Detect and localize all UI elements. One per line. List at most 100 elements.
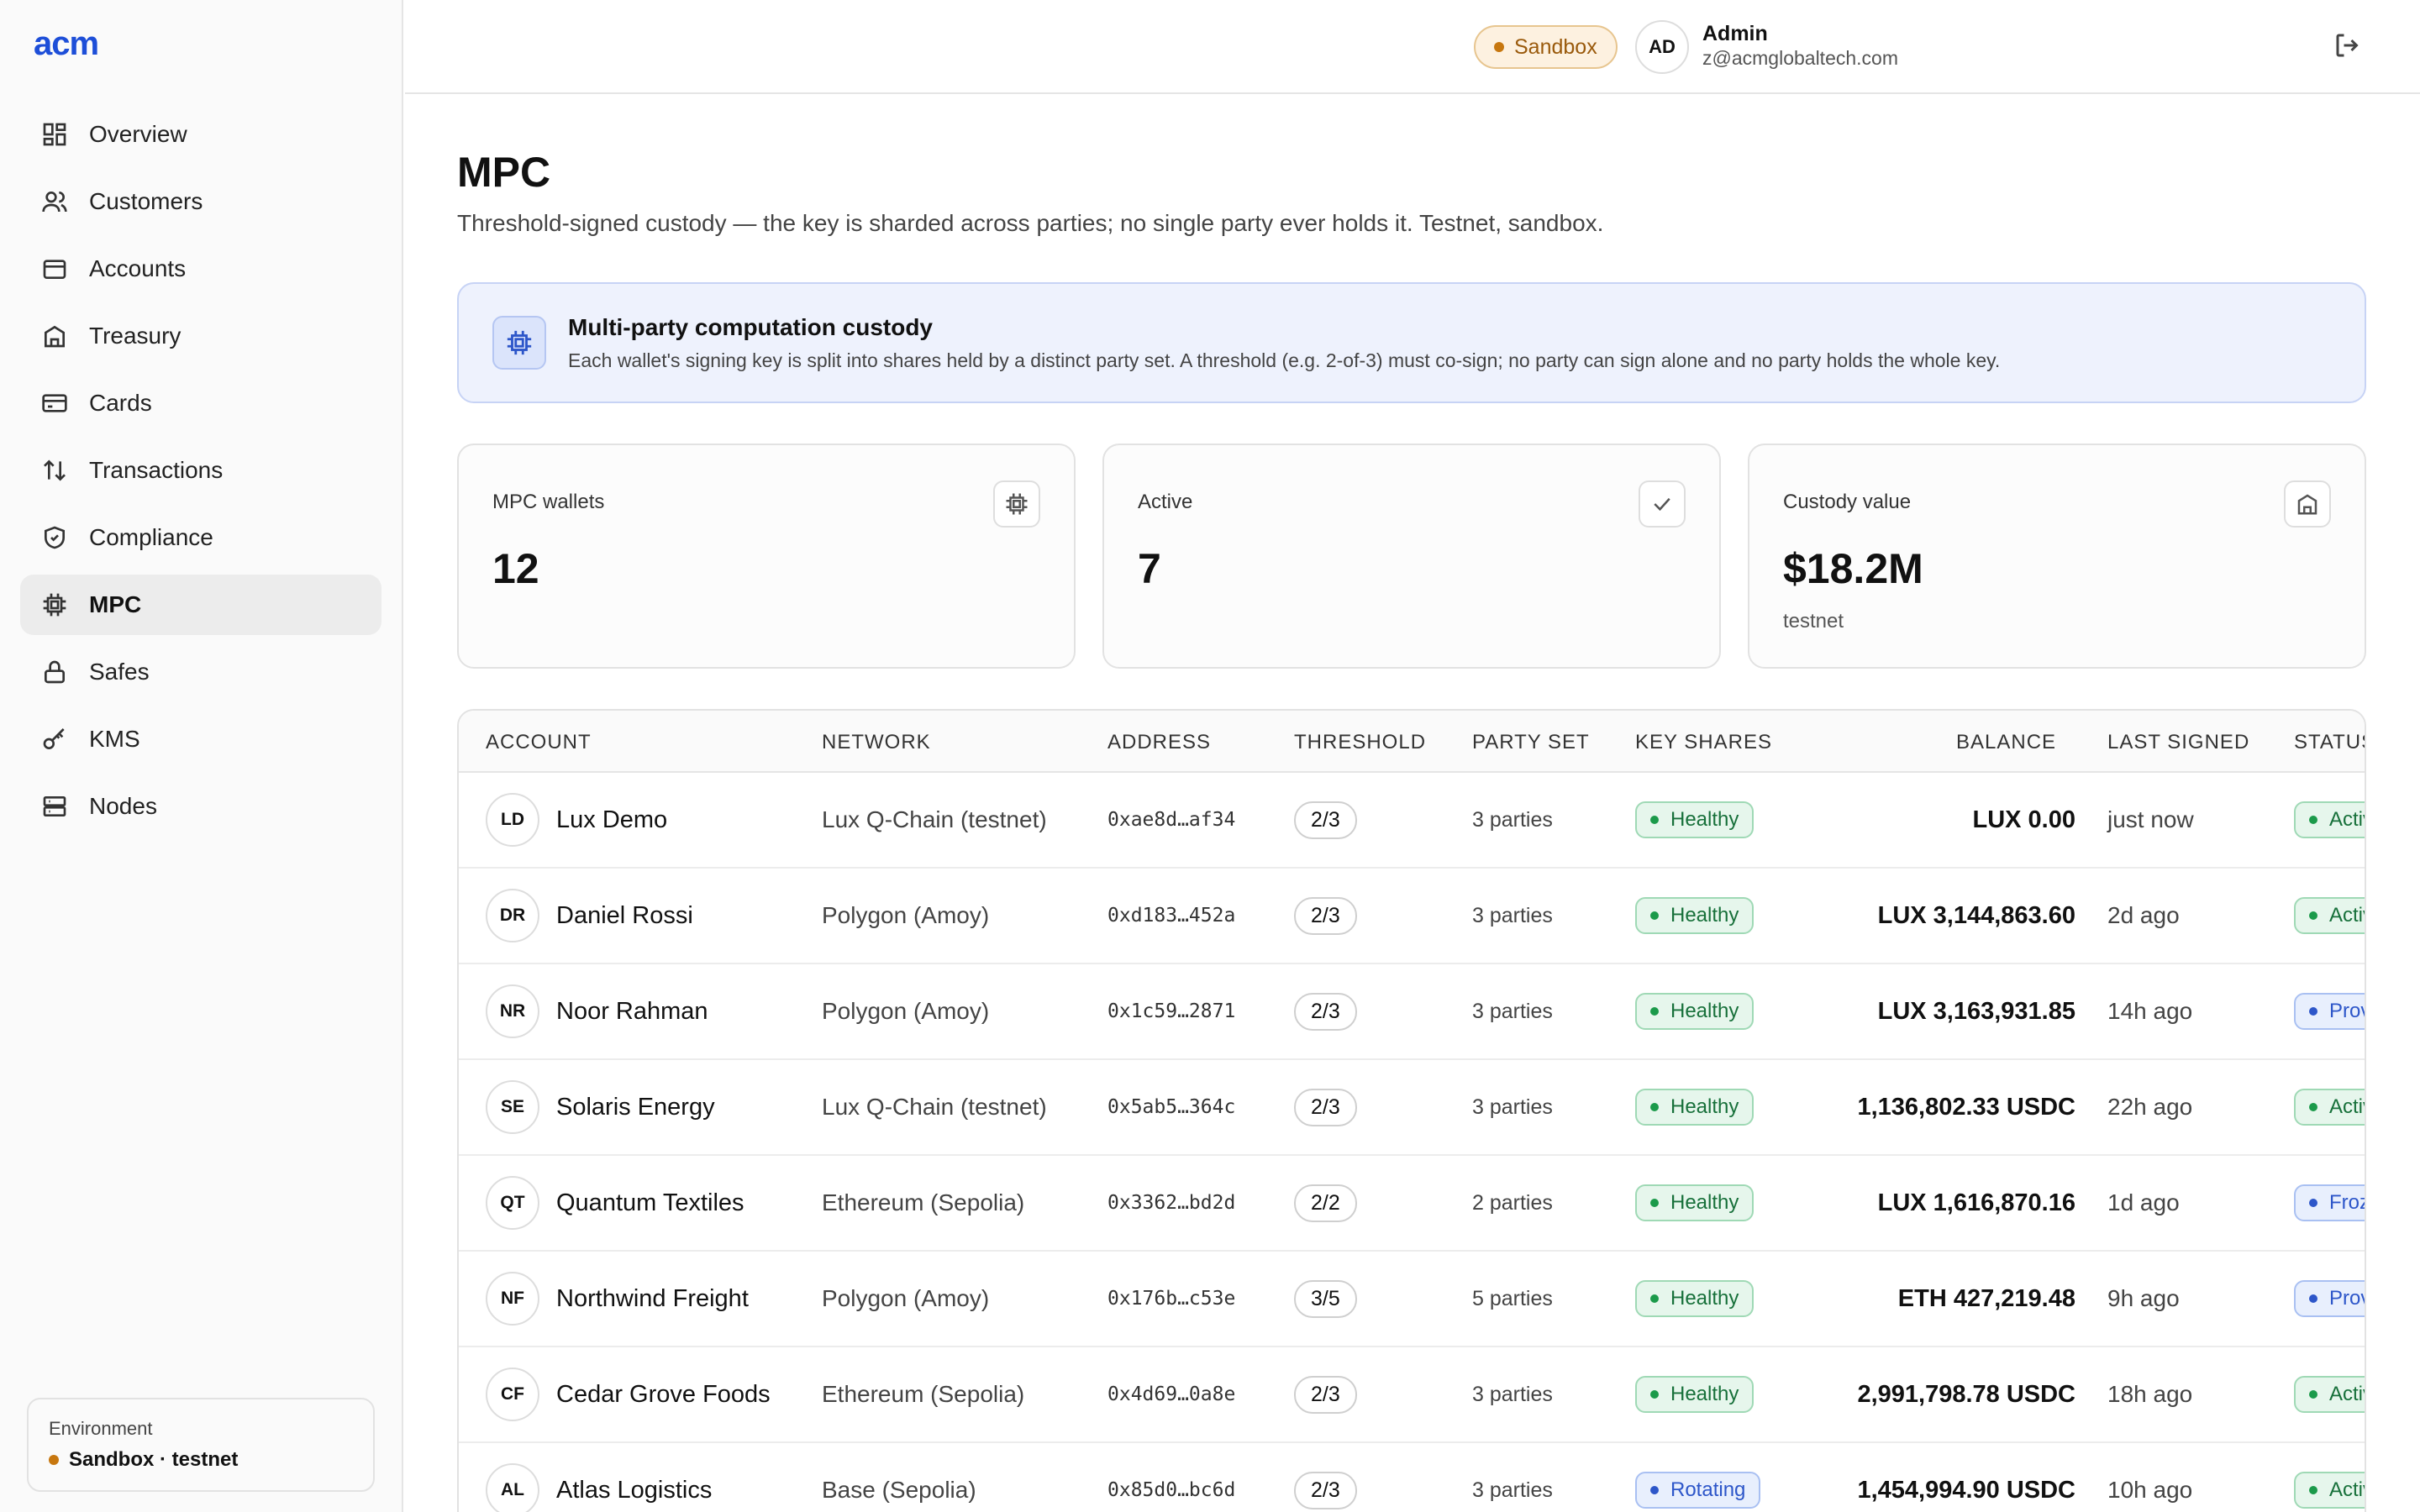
account-name[interactable]: Noor Rahman [556, 998, 708, 1026]
chip-icon [40, 591, 69, 619]
column-header-status[interactable]: STATUS [2294, 731, 2365, 754]
key-shares-label: Healthy [1670, 1287, 1739, 1310]
page-title: MPC [457, 149, 551, 196]
account-name[interactable]: Northwind Freight [556, 1285, 749, 1313]
avatar: DR [486, 889, 539, 942]
party-set-cell: 3 parties [1472, 1095, 1553, 1119]
sidebar-item-mpc[interactable]: MPC [20, 575, 381, 635]
table-row[interactable]: CF Cedar Grove Foods Ethereum (Sepolia) 0x4… [459, 1347, 2365, 1443]
avatar: AL [486, 1463, 539, 1512]
table-row[interactable]: QT Quantum Textiles Ethereum (Sepolia) 0x33… [459, 1156, 2365, 1252]
sidebar-item-label: KMS [89, 726, 140, 752]
status-cell: Active [2294, 1443, 2365, 1512]
party-set-cell: 3 parties [1472, 903, 1553, 927]
table-row[interactable]: NF Northwind Freight Polygon (Amoy) 0x176b…… [459, 1252, 2365, 1347]
app-logo[interactable]: acm [34, 25, 99, 63]
sidebar-item-overview[interactable]: Overview [20, 104, 381, 165]
avatar: SE [486, 1080, 539, 1134]
status-dot [1650, 1294, 1659, 1303]
threshold-cell: 2/3 [1294, 964, 1357, 1058]
account-name[interactable]: Cedar Grove Foods [556, 1381, 771, 1409]
status-cell: Active [2294, 869, 2365, 963]
column-header-threshold[interactable]: THRESHOLD [1294, 731, 1426, 754]
info-banner: Multi-party computation custody Each wal… [457, 282, 2366, 403]
table-row[interactable]: NR Noor Rahman Polygon (Amoy) 0x1c59…2871 2/… [459, 964, 2365, 1060]
column-header-network[interactable]: NETWORK [822, 731, 931, 754]
status-dot [1650, 911, 1659, 920]
balance-cell: ETH 427,219.48 [1897, 1284, 2075, 1312]
status-label: Provisioning [2329, 1000, 2365, 1022]
account-name[interactable]: Quantum Textiles [556, 1189, 744, 1217]
account-cell: AL Atlas Logistics [486, 1443, 712, 1512]
environment-value: Sandbox · testnet [49, 1448, 353, 1472]
status-label: Active [2329, 1478, 2365, 1501]
party-set-cell: 3 parties [1472, 999, 1553, 1023]
column-header-last-signed[interactable]: LAST SIGNED [2107, 731, 2249, 754]
account-name[interactable]: Atlas Logistics [556, 1477, 712, 1504]
account-cell: QT Quantum Textiles [486, 1156, 744, 1250]
status-cell: Provisioning [2294, 964, 2365, 1058]
sidebar-item-label: Treasury [89, 323, 182, 349]
table-row[interactable]: AL Atlas Logistics Base (Sepolia) 0x85d0…bc… [459, 1443, 2365, 1512]
column-header-party-set[interactable]: PARTY SET [1472, 731, 1590, 754]
table-row[interactable]: LD Lux Demo Lux Q-Chain (testnet) 0xae8d…af… [459, 773, 2365, 869]
threshold-badge: 2/3 [1294, 1471, 1357, 1509]
sidebar-item-label: Accounts [89, 255, 187, 281]
threshold-badge: 2/3 [1294, 992, 1357, 1031]
table-row[interactable]: SE Solaris Energy Lux Q-Chain (testnet) 0x5… [459, 1060, 2365, 1156]
stat-value: 12 [492, 545, 539, 592]
account-name[interactable]: Lux Demo [556, 806, 667, 834]
avatar: NF [486, 1272, 539, 1326]
balance-cell: 1,136,802.33 USDC [1857, 1093, 2075, 1121]
server-icon [40, 792, 69, 821]
status-label: Active [2329, 1095, 2365, 1118]
status-dot [2309, 1390, 2317, 1399]
account-cell: NF Northwind Freight [486, 1252, 749, 1346]
balance-cell: LUX 0.00 [1972, 806, 2076, 833]
column-header-key-shares[interactable]: KEY SHARES [1635, 731, 1772, 754]
sidebar-item-transactions[interactable]: Transactions [20, 440, 381, 501]
key-shares-cell: Healthy [1635, 869, 1754, 963]
sandbox-badge: Sandbox [1474, 25, 1618, 69]
sidebar-item-safes[interactable]: Safes [20, 642, 381, 702]
sidebar-item-compliance[interactable]: Compliance [20, 507, 381, 568]
stat-value: $18.2M [1783, 545, 1923, 592]
key-shares-label: Healthy [1670, 1095, 1739, 1118]
sidebar-item-treasury[interactable]: Treasury [20, 306, 381, 366]
top-bar [405, 0, 2420, 94]
key-shares-badge: Healthy [1635, 1376, 1754, 1413]
user-avatar[interactable]: AD [1635, 20, 1689, 74]
account-cell: SE Solaris Energy [486, 1060, 715, 1154]
sidebar-item-cards[interactable]: Cards [20, 373, 381, 433]
column-header-account[interactable]: ACCOUNT [486, 731, 592, 754]
account-name[interactable]: Solaris Energy [556, 1094, 715, 1121]
lock-icon [40, 658, 69, 686]
sidebar-item-kms[interactable]: KMS [20, 709, 381, 769]
sidebar-item-customers[interactable]: Customers [20, 171, 381, 232]
chip-icon [492, 316, 546, 370]
status-dot [2309, 1007, 2317, 1016]
threshold-cell: 2/3 [1294, 773, 1357, 867]
status-dot [1650, 1390, 1659, 1399]
key-shares-badge: Healthy [1635, 1280, 1754, 1317]
balance-cell: 1,454,994.90 USDC [1857, 1476, 2075, 1504]
chip-icon [993, 480, 1040, 528]
key-shares-cell: Healthy [1635, 1060, 1754, 1154]
column-header-balance[interactable]: BALANCE [1956, 731, 2056, 754]
column-header-address[interactable]: ADDRESS [1107, 731, 1211, 754]
status-badge: Provisioning [2294, 1280, 2365, 1317]
status-badge: Provisioning [2294, 993, 2365, 1030]
network-cell: Lux Q-Chain (testnet) [822, 806, 1047, 832]
sidebar: acm Overview Customers Accounts Treasury… [0, 0, 403, 1512]
network-cell: Ethereum (Sepolia) [822, 1189, 1025, 1215]
logout-button[interactable] [2333, 30, 2366, 64]
party-set-cell: 3 parties [1472, 807, 1553, 832]
sidebar-item-accounts[interactable]: Accounts [20, 239, 381, 299]
address-cell: 0xd183…452a [1107, 905, 1236, 927]
key-shares-badge: Healthy [1635, 897, 1754, 934]
table-header: ACCOUNT NETWORK ADDRESS THRESHOLD PARTY … [459, 711, 2365, 773]
sidebar-item-nodes[interactable]: Nodes [20, 776, 381, 837]
table-row[interactable]: DR Daniel Rossi Polygon (Amoy) 0xd183…452a 2… [459, 869, 2365, 964]
status-badge: Frozen [2294, 1184, 2365, 1221]
account-name[interactable]: Daniel Rossi [556, 902, 693, 930]
